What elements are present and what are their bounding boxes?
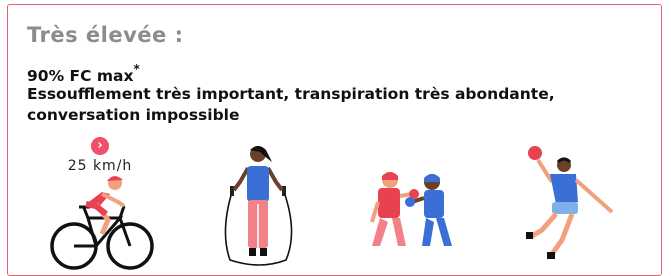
intensity-title: Très élevée :	[27, 23, 184, 47]
handball-illustration	[526, 146, 614, 259]
description-line-1: Essoufflement très important, transpirat…	[27, 85, 555, 103]
chevron-right-icon: ›	[91, 137, 109, 155]
boxing-illustration	[370, 172, 452, 246]
description-line-2: conversation impossible	[27, 106, 240, 124]
footnote-asterisk: *	[133, 62, 140, 76]
jump-rope-illustration	[224, 146, 293, 266]
heart-rate-text: 90% FC max*	[27, 62, 140, 86]
cyclist-illustration	[50, 176, 154, 270]
speed-value: 25 km/h	[67, 158, 133, 174]
heart-rate-value: 90% FC max	[27, 67, 134, 86]
speed-indicator: › 25 km/h	[60, 137, 140, 174]
